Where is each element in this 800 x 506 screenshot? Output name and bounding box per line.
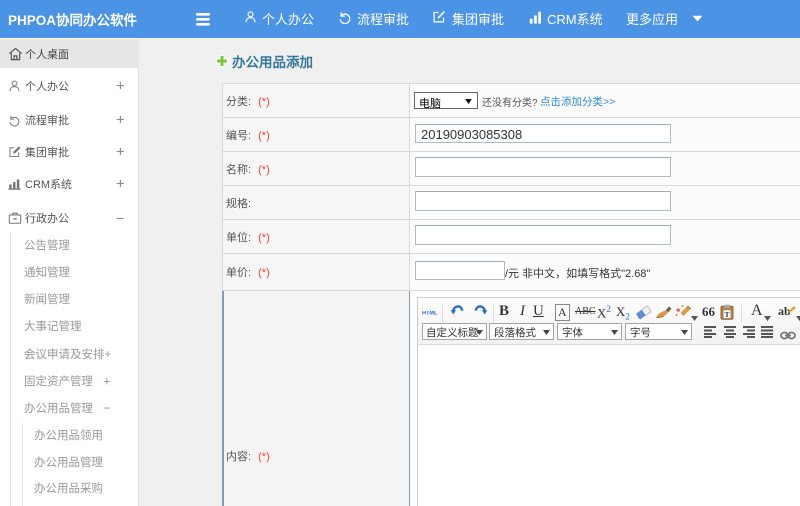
svg-text:T: T (724, 310, 729, 319)
